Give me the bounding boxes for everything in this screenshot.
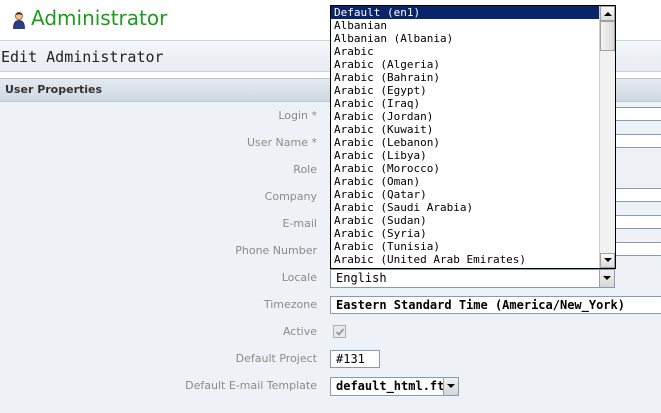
section-title: User Properties [5, 83, 103, 96]
company-label: Company [264, 190, 317, 203]
default-project-label: Default Project [235, 352, 317, 365]
edit-title: Edit Administrator [1, 48, 164, 66]
locale-select-arrow[interactable] [599, 270, 614, 287]
scroll-down-icon [604, 258, 612, 262]
locale-option[interactable]: Arabic (Jordan) [331, 110, 600, 123]
checkmark-icon [335, 328, 345, 336]
username-input[interactable] [612, 134, 661, 148]
username-label: User Name * [246, 136, 317, 149]
default-template-select-arrow[interactable] [443, 378, 458, 395]
locale-option[interactable]: Arabic (Qatar) [331, 188, 600, 201]
login-label: Login * [278, 109, 317, 122]
locale-dropdown-list[interactable]: Default (en1) Albanian Albanian (Albania) A… [330, 5, 616, 269]
locale-option[interactable]: Default (en1) [331, 6, 600, 19]
locale-label: Locale [281, 271, 317, 284]
page-title: Administrator [31, 6, 168, 30]
default-template-label: Default E-mail Template [185, 379, 317, 392]
active-label: Active [282, 325, 317, 338]
locale-option[interactable]: Arabic (Lebanon) [331, 136, 600, 149]
scroll-down-button[interactable] [600, 253, 615, 268]
locale-option[interactable]: Arabic [331, 45, 600, 58]
locale-option[interactable]: Arabic (Iraq) [331, 97, 600, 110]
user-icon [13, 12, 25, 29]
active-checkbox[interactable] [333, 325, 346, 338]
timezone-field[interactable]: Eastern Standard Time (America/New_York) [330, 296, 661, 314]
scroll-up-icon [604, 12, 612, 16]
locale-option[interactable]: Arabic (Tunisia) [331, 240, 600, 253]
locale-option[interactable]: Arabic (Syria) [331, 227, 600, 240]
scrollbar-thumb[interactable] [600, 21, 615, 51]
locale-select[interactable]: English [330, 269, 615, 288]
login-input[interactable] [612, 107, 661, 121]
locale-option[interactable]: Arabic (Bahrain) [331, 71, 600, 84]
default-template-value: default_html.ftl [336, 379, 452, 393]
locale-option[interactable]: Arabic (Kuwait) [331, 123, 600, 136]
locale-option[interactable]: Arabic (Morocco) [331, 162, 600, 175]
locale-option[interactable]: Arabic (Saudi Arabia) [331, 201, 600, 214]
phone-label: Phone Number [235, 244, 317, 257]
locale-option[interactable]: Arabic (United Arab Emirates) [331, 253, 600, 266]
role-label: Role [293, 163, 317, 176]
email-label: E-mail [282, 217, 318, 230]
scroll-up-button[interactable] [600, 6, 615, 21]
locale-option[interactable]: Arabic (Sudan) [331, 214, 600, 227]
locale-option[interactable]: Arabic (Algeria) [331, 58, 600, 71]
locale-option[interactable]: Albanian (Albania) [331, 32, 600, 45]
default-template-select[interactable]: default_html.ftl [330, 377, 459, 396]
email-input[interactable] [612, 215, 661, 229]
phone-input[interactable] [612, 242, 661, 256]
locale-options: Default (en1) Albanian Albanian (Albania) A… [331, 6, 600, 266]
locale-option[interactable]: Albanian [331, 19, 600, 32]
chevron-down-icon [603, 276, 611, 280]
default-project-field[interactable]: #131 [330, 350, 380, 368]
company-input[interactable] [612, 188, 661, 202]
locale-option[interactable]: Arabic (Oman) [331, 175, 600, 188]
dropdown-scrollbar[interactable] [599, 6, 615, 268]
timezone-label: Timezone [263, 298, 317, 311]
locale-option[interactable]: Arabic (Libya) [331, 149, 600, 162]
locale-option[interactable]: Arabic (Egypt) [331, 84, 600, 97]
locale-select-value: English [336, 271, 387, 285]
chevron-down-icon [447, 384, 455, 388]
